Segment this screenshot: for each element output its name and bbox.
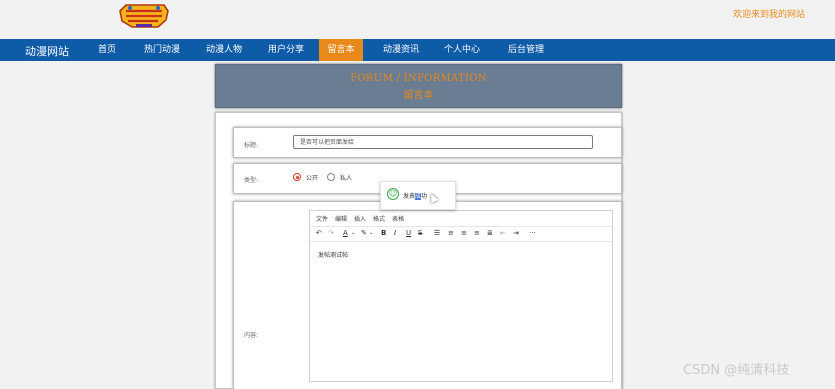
page-banner: FORUM / INFORMATION 留言本	[215, 64, 622, 108]
highlight-dropdown-icon[interactable]: ⌄	[369, 229, 373, 238]
editor-toolbar: ↶ ↷ A ⌄ ✎ ⌄ B I U S ☰ ≡ ≡ ≡ ≣ ⇤ ⇥ ···	[310, 226, 612, 242]
radio-public[interactable]	[293, 173, 301, 181]
menu-insert[interactable]: 插入	[354, 216, 366, 223]
top-header: 欢迎来到我的网站	[0, 0, 835, 39]
title-row: 标题: 是否可以把页面发给	[233, 127, 622, 158]
type-label: 类型:	[244, 177, 259, 184]
italic-icon[interactable]: I	[394, 229, 396, 238]
menu-table[interactable]: 表格	[392, 216, 404, 223]
title-input[interactable]: 是否可以把页面发给	[293, 135, 593, 149]
justify-icon[interactable]: ≣	[487, 229, 493, 238]
editor-content[interactable]: 发帖测试帖	[318, 250, 348, 259]
highlight-icon[interactable]: ✎	[361, 229, 367, 238]
toast-message: 发表成功	[403, 191, 427, 200]
banner-title-en: FORUM / INFORMATION	[350, 73, 487, 84]
radio-public-label: 公开	[306, 175, 319, 182]
menu-format[interactable]: 格式	[373, 216, 385, 223]
bold-icon[interactable]: B	[381, 229, 386, 238]
nav-brand[interactable]: 动漫网站	[25, 43, 69, 59]
strikethrough-icon[interactable]: S	[418, 229, 422, 238]
undo-icon[interactable]: ↶	[316, 229, 322, 238]
nav-item-news[interactable]: 动漫资讯	[377, 39, 425, 61]
main-nav: 动漫网站 首页 热门动漫 动漫人物 用户分享 留言本 动漫资讯 个人中心 后台管…	[0, 39, 835, 61]
underline-icon[interactable]: U	[406, 229, 411, 238]
success-toast: ☺ 发表成功	[380, 181, 456, 210]
indent-icon[interactable]: ⇥	[513, 229, 519, 238]
nav-item-home[interactable]: 首页	[88, 39, 126, 61]
align-center-icon[interactable]: ≡	[461, 229, 467, 238]
list-icon[interactable]: ☰	[434, 229, 440, 238]
nav-item-admin[interactable]: 后台管理	[502, 39, 550, 61]
nav-item-user-share[interactable]: 用户分享	[262, 39, 310, 61]
outdent-icon[interactable]: ⇤	[500, 229, 506, 238]
content-label: 内容:	[244, 332, 259, 339]
editor-menubar: 文件 编辑 插入 格式 表格	[316, 214, 411, 223]
align-right-icon[interactable]: ≡	[474, 229, 480, 238]
radio-private[interactable]	[327, 173, 335, 181]
rich-text-editor[interactable]: 文件 编辑 插入 格式 表格 ↶ ↷ A ⌄ ✎ ⌄ B I U S ☰ ≡ ≡ ≡ ≣…	[309, 210, 613, 382]
nav-item-characters[interactable]: 动漫人物	[200, 39, 248, 61]
font-color-icon[interactable]: A	[343, 229, 348, 238]
font-color-dropdown-icon[interactable]: ⌄	[351, 229, 355, 238]
nav-item-profile[interactable]: 个人中心	[438, 39, 486, 61]
menu-edit[interactable]: 编辑	[335, 216, 347, 223]
smile-icon: ☺	[387, 188, 399, 200]
title-label: 标题:	[244, 142, 259, 149]
nav-item-guestbook[interactable]: 留言本	[319, 39, 363, 61]
watermark: CSDN @纯清科技	[683, 363, 790, 378]
toast-text-before: 发表	[403, 193, 416, 200]
digimon-adventure-logo-icon[interactable]	[116, 2, 172, 30]
radio-private-label: 私人	[340, 175, 353, 182]
more-icon[interactable]: ···	[529, 229, 536, 238]
content-row: 内容: 文件 编辑 插入 格式 表格 ↶ ↷ A ⌄ ✎ ⌄ B I U S ☰ ≡ ≡…	[233, 201, 622, 389]
message-form-panel: 标题: 是否可以把页面发给 类型: 公开 私人 内容: 文件 编辑 插入 格式 表格 ↶…	[215, 112, 622, 389]
menu-file[interactable]: 文件	[316, 216, 328, 223]
toast-text-after: 功	[421, 193, 428, 200]
align-left-icon[interactable]: ≡	[448, 229, 454, 238]
banner-title-zh: 留言本	[403, 90, 434, 101]
redo-icon[interactable]: ↷	[328, 229, 334, 238]
welcome-text: 欢迎来到我的网站	[733, 10, 806, 20]
nav-item-hot-anime[interactable]: 热门动漫	[138, 39, 186, 61]
